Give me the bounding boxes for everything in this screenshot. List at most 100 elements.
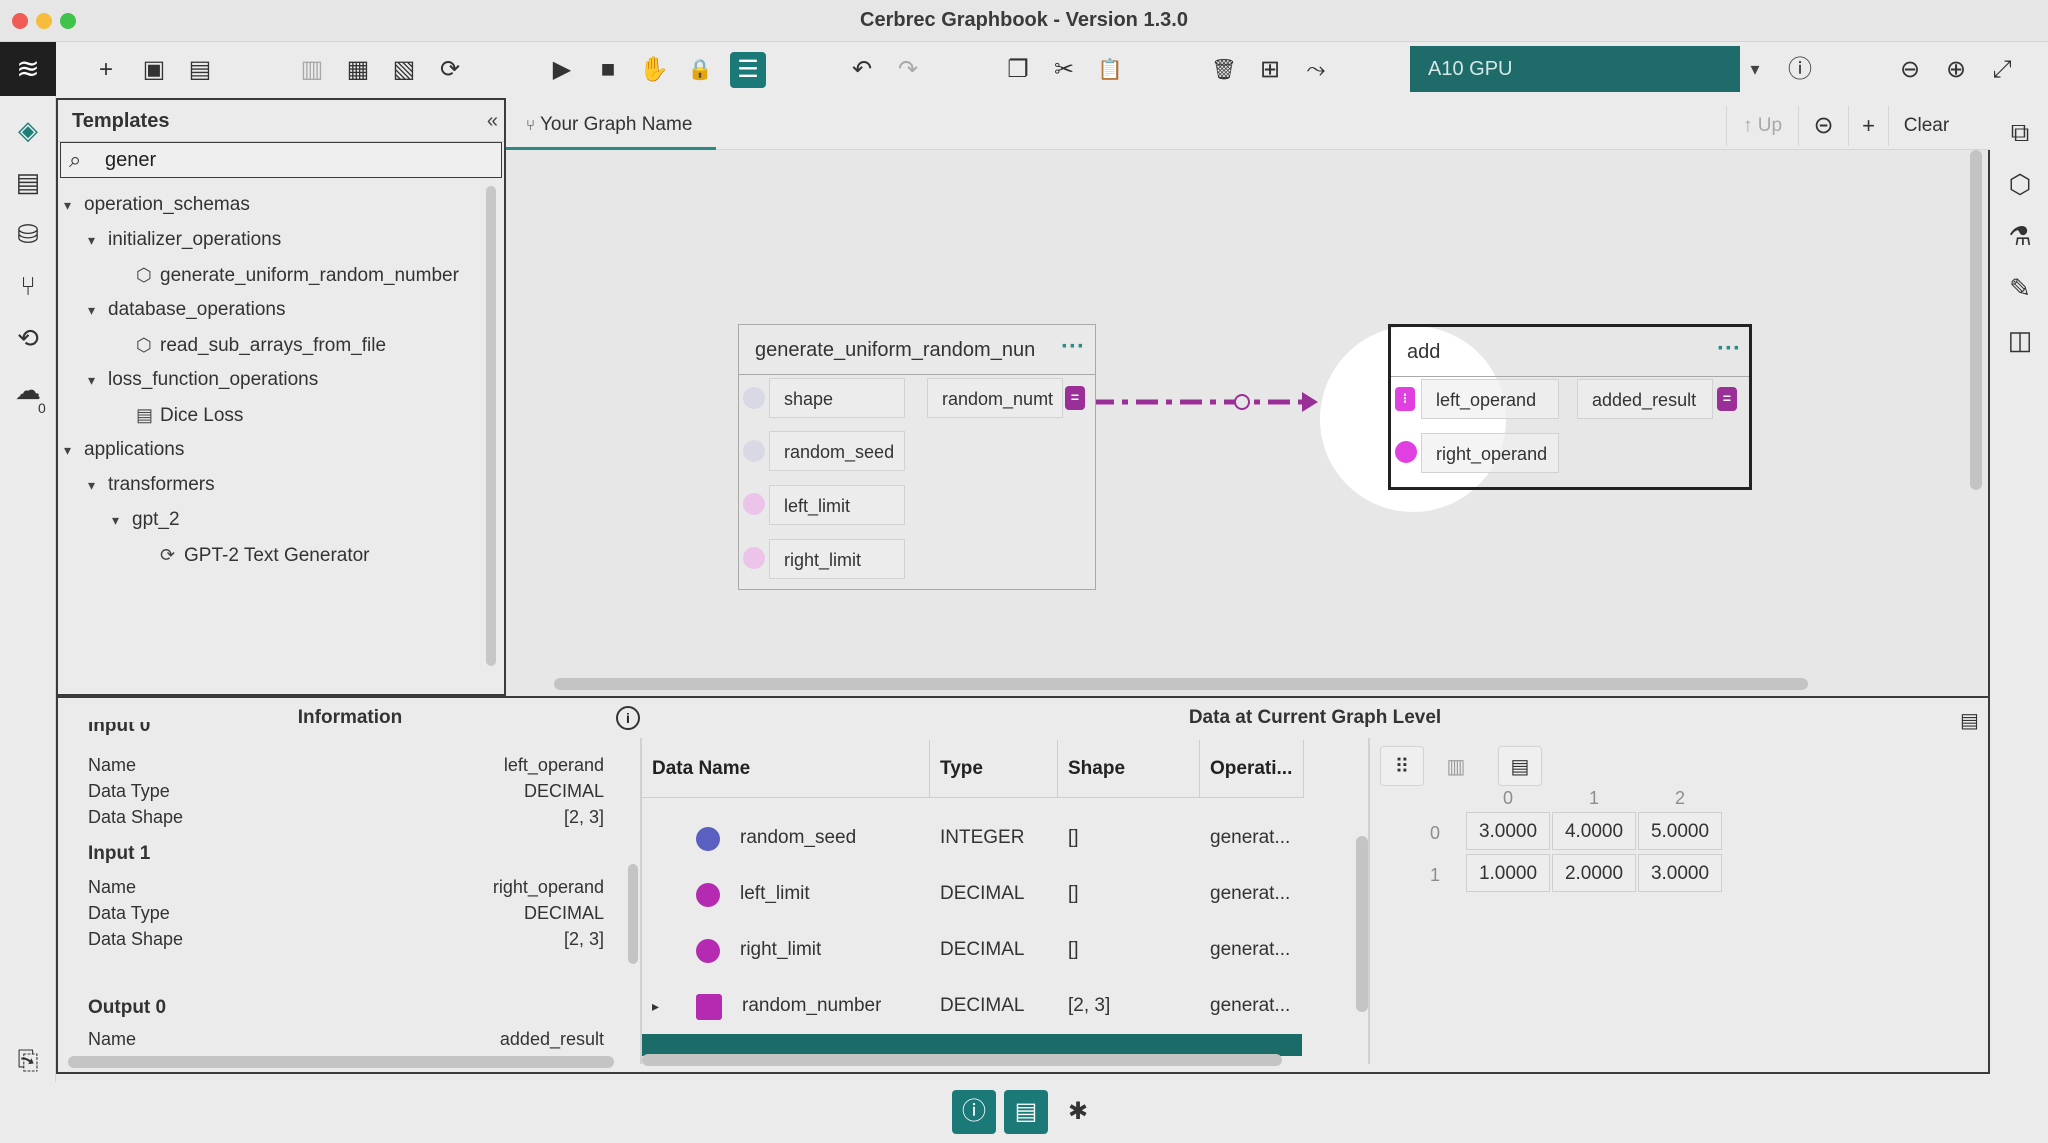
save-icon[interactable]: ▥ — [294, 52, 330, 88]
fullscreen-icon[interactable]: ⤢ — [1984, 52, 2020, 88]
refresh-icon[interactable]: ⟳ — [432, 52, 468, 88]
graph-rail-icon[interactable]: ⑂ — [10, 268, 46, 304]
table-row[interactable]: random_seed INTEGER [] generat... — [642, 810, 1302, 866]
clear-button[interactable]: Clear — [1888, 106, 1964, 146]
tensor-cell[interactable]: 3.0000 — [1466, 812, 1550, 850]
information-panel-icon[interactable]: ⓘ — [952, 1090, 996, 1134]
tree-item-applications[interactable]: ▾ applications — [64, 435, 184, 465]
panel-icon[interactable]: ◫ — [2002, 322, 2038, 358]
pan-icon[interactable]: ✋ — [636, 52, 672, 88]
up-button[interactable]: ↑ Up — [1726, 106, 1798, 146]
lock-icon[interactable]: 🔒 — [682, 52, 718, 88]
node-menu-icon[interactable]: ··· — [1717, 327, 1741, 377]
sync-rail-icon[interactable]: ⟲ — [10, 320, 46, 356]
connect-icon[interactable]: ⤳ — [1298, 52, 1334, 88]
database-rail-icon[interactable]: ⛁ — [10, 216, 46, 252]
monitor-icon[interactable]: ▣ — [136, 52, 172, 88]
hexagon-icon[interactable]: ⬡ — [2002, 166, 2038, 202]
add-icon[interactable]: + — [88, 52, 124, 88]
column-header-data-name[interactable]: Data Name — [642, 740, 930, 798]
input-port-right-limit[interactable] — [743, 547, 765, 569]
cut-icon[interactable]: ✂ — [1046, 52, 1082, 88]
templates-rail-icon[interactable]: ◈ — [10, 112, 46, 148]
column-header-operation[interactable]: Operati... — [1200, 740, 1304, 798]
chevron-down-icon[interactable]: ▾ — [1740, 46, 1770, 92]
hierarchy-icon[interactable]: ⧉ — [2002, 114, 2038, 150]
info-horizontal-scrollbar[interactable] — [68, 1056, 614, 1068]
panel-menu-icon[interactable]: ▤ — [1960, 708, 1979, 733]
zoom-in-icon[interactable]: ⊕ — [1938, 52, 1974, 88]
new-file-icon[interactable]: ▤ — [182, 52, 218, 88]
add-graph-button[interactable]: + — [1848, 106, 1888, 146]
copy-icon[interactable]: ❐ — [1000, 52, 1036, 88]
table-row[interactable]: right_limit DECIMAL [] generat... — [642, 922, 1302, 978]
tree-item-gpt-2-text-generator[interactable]: ⟳ GPT-2 Text Generator — [160, 540, 370, 570]
back-icon[interactable]: ⊝ — [1798, 106, 1848, 146]
stop-icon[interactable]: ■ — [590, 52, 626, 88]
info-icon[interactable]: ⓘ — [1782, 52, 1818, 88]
tensor-cell[interactable]: 2.0000 — [1552, 854, 1636, 892]
table-view-icon[interactable]: ▤ — [1498, 746, 1542, 786]
list-view-icon[interactable]: ☰ — [730, 52, 766, 88]
archive-rail-icon[interactable]: ▤ — [10, 164, 46, 200]
table-row[interactable]: ▸ random_number DECIMAL [2, 3] generat..… — [642, 978, 1302, 1034]
input-port-right-operand[interactable] — [1395, 441, 1417, 463]
tab-graph[interactable]: ⑂ Your Graph Name — [506, 98, 716, 150]
input-port-left-limit[interactable] — [743, 493, 765, 515]
canvas-vertical-scrollbar[interactable] — [1970, 150, 1982, 490]
graph-canvas[interactable]: generate_uniform_random_nun ··· shape ra… — [506, 150, 1990, 696]
templates-scrollbar[interactable] — [486, 186, 496, 666]
tree-item-generate-uniform-random-number[interactable]: ⬡ generate_uniform_random_number — [136, 260, 459, 290]
group-icon[interactable]: ⊞ — [1252, 52, 1288, 88]
tree-item-operation-schemas[interactable]: ▾ operation_schemas — [64, 190, 250, 220]
tree-item-gpt-2[interactable]: ▾ gpt_2 — [112, 505, 180, 535]
run-icon[interactable]: ▶ — [544, 52, 580, 88]
node-add[interactable]: add ··· ⁝ left_operand right_operand add… — [1388, 324, 1752, 490]
tensor-cell[interactable]: 4.0000 — [1552, 812, 1636, 850]
tree-item-read-sub-arrays-from-file[interactable]: ⬡ read_sub_arrays_from_file — [136, 330, 386, 360]
info-vertical-scrollbar[interactable] — [628, 864, 638, 964]
input-port-random-seed[interactable] — [743, 440, 765, 462]
node-menu-icon[interactable]: ··· — [1061, 325, 1085, 375]
info-icon[interactable]: i — [616, 706, 640, 730]
delete-icon[interactable]: 🗑 — [1206, 52, 1242, 88]
output-port-random-number[interactable]: = — [1065, 386, 1085, 410]
search-input[interactable] — [105, 143, 485, 177]
tree-item-database-operations[interactable]: ▾ database_operations — [88, 295, 285, 325]
histogram-icon[interactable]: ▥ — [1434, 746, 1478, 786]
tensor-cell[interactable]: 5.0000 — [1638, 812, 1722, 850]
node-generate-uniform-random-number[interactable]: generate_uniform_random_nun ··· shape ra… — [738, 324, 1096, 590]
paste-icon[interactable]: 📋 — [1092, 52, 1128, 88]
input-port-shape[interactable] — [743, 387, 765, 409]
tree-item-dice-loss[interactable]: ▤ Dice Loss — [136, 400, 243, 430]
expand-row-icon[interactable]: ▸ — [652, 978, 659, 1034]
table-horizontal-scrollbar[interactable] — [642, 1054, 1282, 1066]
export-icon[interactable]: ▧ — [386, 52, 422, 88]
network-icon[interactable]: ✱ — [1056, 1090, 1100, 1134]
redo-icon[interactable]: ↷ — [890, 52, 926, 88]
column-header-shape[interactable]: Shape — [1058, 740, 1200, 798]
data-panel-icon[interactable]: ▤ — [1004, 1090, 1048, 1134]
collapse-panel-icon[interactable]: « — [487, 100, 498, 142]
tensor-cell[interactable]: 1.0000 — [1466, 854, 1550, 892]
notes-rail-icon[interactable]: ⎘ — [10, 1042, 46, 1078]
table-vertical-scrollbar[interactable] — [1356, 836, 1368, 1012]
edit-icon[interactable]: ✎ — [2002, 270, 2038, 306]
tree-structure-icon[interactable]: ⚗ — [2002, 218, 2038, 254]
zoom-out-icon[interactable]: ⊖ — [1892, 52, 1928, 88]
output-port-added-result[interactable]: = — [1717, 387, 1737, 411]
input-port-left-operand[interactable]: ⁝ — [1395, 387, 1415, 411]
tree-item-transformers[interactable]: ▾ transformers — [88, 470, 215, 500]
selected-table-row[interactable] — [642, 1034, 1302, 1056]
edge-midpoint[interactable] — [1234, 394, 1250, 410]
canvas-horizontal-scrollbar[interactable] — [554, 678, 1808, 690]
gpu-select[interactable]: A10 GPU — [1410, 46, 1740, 92]
tree-item-initializer-operations[interactable]: ▾ initializer_operations — [88, 225, 281, 255]
save-as-icon[interactable]: ▦ — [340, 52, 376, 88]
scatter-plot-icon[interactable]: ⠿ — [1380, 746, 1424, 786]
table-row[interactable]: left_limit DECIMAL [] generat... — [642, 866, 1302, 922]
column-header-type[interactable]: Type — [930, 740, 1058, 798]
tree-item-loss-function-operations[interactable]: ▾ loss_function_operations — [88, 365, 318, 395]
tensor-cell[interactable]: 3.0000 — [1638, 854, 1722, 892]
undo-icon[interactable]: ↶ — [844, 52, 880, 88]
